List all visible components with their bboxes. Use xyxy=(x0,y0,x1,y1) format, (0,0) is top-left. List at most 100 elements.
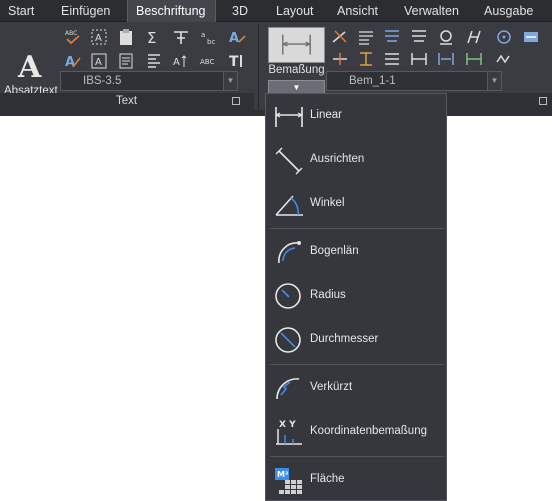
svg-text:X Y: X Y xyxy=(279,420,296,430)
dimension-text-center-icon[interactable] xyxy=(410,50,428,68)
dimension-center-icon[interactable] xyxy=(495,28,513,46)
tab-beschriftung[interactable]: Beschriftung xyxy=(127,0,216,22)
find-text-icon[interactable]: A xyxy=(90,28,108,46)
menu-item-bogenlaenge[interactable]: Bogenlän xyxy=(266,230,446,274)
linear-dimension-icon xyxy=(273,101,305,131)
svg-text:ABC: ABC xyxy=(200,58,214,66)
menu-item-ausrichten[interactable]: Ausrichten xyxy=(266,138,446,182)
svg-text:A: A xyxy=(173,57,180,68)
dimension-update-icon[interactable] xyxy=(522,28,540,46)
clipboard-icon[interactable] xyxy=(117,28,135,46)
angular-dimension-icon xyxy=(273,189,305,219)
menu-item-flaeche[interactable]: M² Fläche xyxy=(266,458,446,501)
dimension-space-icon[interactable] xyxy=(357,28,375,46)
combo-arrow-icon[interactable]: ▼ xyxy=(223,72,237,90)
menu-separator xyxy=(270,364,444,365)
menu-item-label: Verkürzt xyxy=(310,381,353,393)
tab-ausgabe[interactable]: Ausgabe xyxy=(476,0,541,22)
linear-dimension-big-icon xyxy=(282,34,311,55)
text-align-icon[interactable] xyxy=(145,52,163,70)
drawing-canvas-right[interactable] xyxy=(448,116,552,501)
menu-item-label: Ausrichten xyxy=(310,153,365,165)
menu-item-label: Radius xyxy=(310,289,346,301)
dimension-dropdown-menu: Linear Ausrichten Winkel Bogenlän Radius… xyxy=(265,93,447,501)
svg-text:M²: M² xyxy=(277,470,289,479)
dimension-continue-icon[interactable] xyxy=(410,28,428,46)
svg-text:A: A xyxy=(65,55,75,70)
dimension-text-angle-icon[interactable] xyxy=(357,50,375,68)
menu-item-verkuerzt[interactable]: Verkürzt xyxy=(266,366,446,410)
text-panel-title: Text xyxy=(116,95,138,107)
dimension-panel-footer xyxy=(446,93,552,110)
dimension-break-icon[interactable] xyxy=(331,28,349,46)
dimension-panel-launcher-icon[interactable] xyxy=(539,97,547,105)
text-style-combo-value: IBS-3.5 xyxy=(83,75,122,87)
svg-text:T: T xyxy=(229,54,239,70)
dimension-inspect-icon[interactable] xyxy=(437,28,455,46)
menu-item-winkel[interactable]: Winkel xyxy=(266,182,446,226)
combo-arrow-icon[interactable]: ▼ xyxy=(487,72,501,90)
aligned-dimension-icon xyxy=(273,145,305,175)
text-scale-icon[interactable]: A xyxy=(172,52,190,70)
tab-start[interactable]: Start xyxy=(0,0,42,22)
arc-length-icon xyxy=(273,237,305,267)
radius-icon xyxy=(273,281,305,311)
menu-item-koordinatenbemassung[interactable]: X Y Koordinatenbemaßung xyxy=(266,410,446,454)
svg-text:A: A xyxy=(95,57,102,68)
text-import-icon[interactable]: T xyxy=(228,52,246,70)
jogged-icon xyxy=(273,373,305,403)
svg-text:bc: bc xyxy=(207,38,215,46)
text-style-combo[interactable]: IBS-3.5 ▼ xyxy=(60,71,238,91)
ordinate-icon: X Y xyxy=(273,417,305,447)
text-style-icon[interactable]: a bc xyxy=(200,28,218,46)
menu-item-label: Winkel xyxy=(310,197,345,209)
text-case-icon[interactable]: ABC xyxy=(200,52,218,70)
tab-ansicht[interactable]: Ansicht xyxy=(329,0,386,22)
sum-field-icon[interactable]: Σ xyxy=(145,28,163,46)
diameter-icon xyxy=(273,325,305,355)
dimension-style-combo[interactable]: Bem_1-1 ▼ xyxy=(326,71,502,91)
svg-text:a: a xyxy=(201,31,205,39)
svg-text:ABC: ABC xyxy=(65,30,77,37)
tab-einfuegen[interactable]: Einfügen xyxy=(53,0,118,22)
text-highlight-icon[interactable]: A xyxy=(64,52,82,70)
menu-item-durchmesser[interactable]: Durchmesser xyxy=(266,318,446,362)
menu-item-label: Bogenlän xyxy=(310,245,359,257)
panel-separator xyxy=(258,24,259,110)
tab-layout[interactable]: Layout xyxy=(268,0,322,22)
dimension-reassociate-icon[interactable] xyxy=(495,50,513,68)
svg-text:Σ: Σ xyxy=(147,29,156,46)
panel-launcher-icon[interactable] xyxy=(232,97,240,105)
menu-separator xyxy=(270,228,444,229)
svg-text:A: A xyxy=(229,31,239,46)
multiline-text-icon[interactable]: A xyxy=(18,50,41,85)
text-justify-icon[interactable] xyxy=(172,28,190,46)
dimension-text-left-icon[interactable] xyxy=(383,50,401,68)
spellcheck-icon[interactable]: ABC xyxy=(64,28,82,46)
text-document-icon[interactable] xyxy=(117,52,135,70)
dimension-jog-icon[interactable] xyxy=(331,50,349,68)
ribbon-tab-bar: Start Einfügen Beschriftung 3D Layout An… xyxy=(0,0,552,22)
menu-item-label: Fläche xyxy=(310,473,345,485)
area-icon: M² xyxy=(273,465,305,495)
dimension-override-icon[interactable] xyxy=(465,50,483,68)
dimension-text-right-icon[interactable] xyxy=(437,50,455,68)
dimension-oblique-icon[interactable] xyxy=(465,28,483,46)
drawing-canvas-left[interactable] xyxy=(0,116,265,501)
menu-item-linear[interactable]: Linear xyxy=(266,94,446,138)
app-window: Start Einfügen Beschriftung 3D Layout An… xyxy=(0,0,552,501)
dimension-button-label[interactable]: Bemaßung xyxy=(268,64,325,76)
svg-text:A: A xyxy=(95,33,102,44)
menu-item-label: Linear xyxy=(310,109,342,121)
menu-item-label: Koordinatenbemaßung xyxy=(310,425,427,437)
menu-separator xyxy=(270,456,444,457)
menu-item-radius[interactable]: Radius xyxy=(266,274,446,318)
menu-item-label: Durchmesser xyxy=(310,333,379,345)
text-edit-icon[interactable]: A xyxy=(228,28,246,46)
dimension-button[interactable] xyxy=(268,27,325,63)
dimension-baseline-icon[interactable] xyxy=(383,28,401,46)
text-frame-icon[interactable]: A xyxy=(90,52,108,70)
tab-verwalten[interactable]: Verwalten xyxy=(396,0,467,22)
dimension-style-combo-value: Bem_1-1 xyxy=(349,75,396,87)
tab-3d[interactable]: 3D xyxy=(224,0,256,22)
